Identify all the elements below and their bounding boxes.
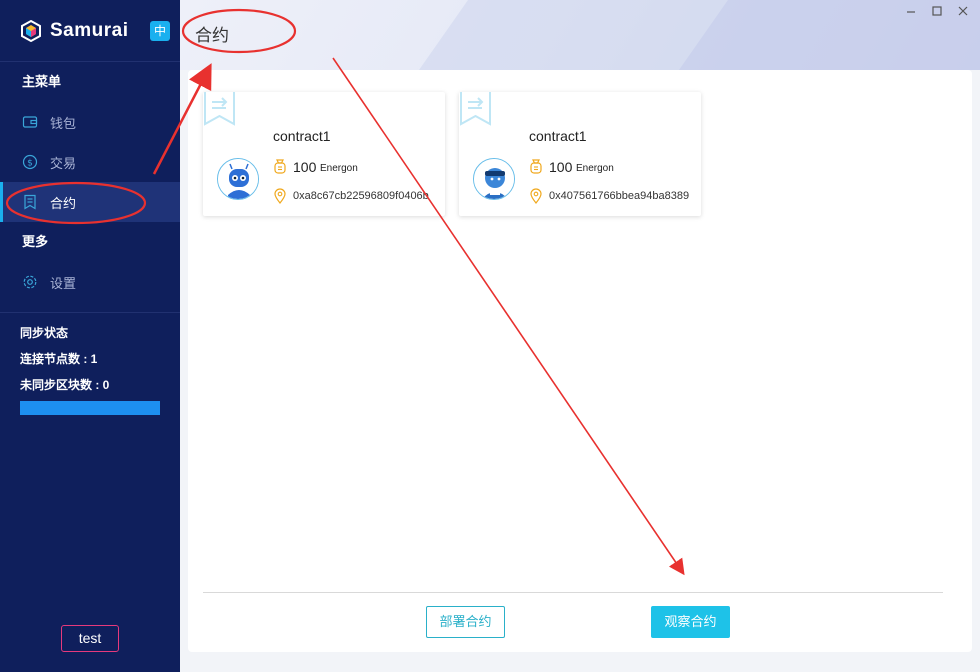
sidebar-item-label: 交易: [50, 155, 77, 171]
contract-card[interactable]: contract1 100 Energon 0x407561766bbea94b…: [459, 92, 701, 216]
contract-address: 0x407561766bbea94ba8389: [549, 190, 690, 202]
balance-unit: Energon: [576, 163, 614, 174]
contract-balance: 100: [293, 159, 317, 175]
samurai-logo-icon: [21, 19, 41, 42]
language-toggle[interactable]: 中: [150, 21, 170, 41]
bookmark-icon: [460, 92, 491, 126]
balance-unit: Energon: [320, 163, 358, 174]
svg-text:$: $: [27, 159, 33, 169]
sidebar-item-wallet[interactable]: 钱包: [0, 102, 180, 142]
money-bag-icon: [274, 159, 286, 174]
contract-balance: 100: [549, 159, 573, 175]
money-bag-icon: [530, 159, 542, 174]
sidebar: Samurai 中 主菜单 钱包 $ 交易 合约 更多 设置 同步状态 连接节点…: [0, 0, 180, 672]
location-pin-icon: [530, 188, 542, 204]
sync-unsynced-blocks: 未同步区块数 : 0: [20, 378, 110, 392]
sync-status: 同步状态 连接节点数 : 1 未同步区块数 : 0: [0, 313, 180, 403]
sidebar-item-label: 设置: [50, 275, 77, 291]
contract-card[interactable]: contract1 100 Energon 0xa8c67cb22596809f…: [203, 92, 445, 216]
bookmark-icon: [204, 92, 235, 126]
maximize-icon[interactable]: [930, 4, 944, 18]
gear-icon: [22, 274, 38, 290]
header: 合约: [180, 0, 980, 70]
account-button[interactable]: test: [61, 625, 119, 652]
sidebar-item-label: 钱包: [50, 115, 77, 131]
sidebar-item-contract[interactable]: 合约: [0, 182, 180, 222]
minimize-icon[interactable]: [904, 4, 918, 18]
transaction-icon: $: [22, 154, 38, 170]
sidebar-item-label: 合约: [50, 195, 77, 211]
avatar: [217, 158, 259, 200]
more-title: 更多: [22, 234, 49, 249]
sidebar-item-transaction[interactable]: $ 交易: [0, 142, 180, 182]
brand-name: Samurai: [50, 19, 129, 41]
close-icon[interactable]: [956, 4, 970, 18]
observe-contract-button[interactable]: 观察合约: [651, 606, 730, 638]
sync-node-count: 连接节点数 : 1: [20, 352, 98, 366]
sync-title: 同步状态: [20, 326, 69, 340]
location-pin-icon: [274, 188, 286, 204]
main-menu-title: 主菜单: [22, 74, 62, 89]
contract-address: 0xa8c67cb22596809f0406b: [293, 190, 429, 202]
divider: [203, 592, 943, 593]
sidebar-item-settings[interactable]: 设置: [0, 262, 180, 302]
deploy-contract-button[interactable]: 部署合约: [426, 606, 505, 638]
contract-icon: [22, 194, 38, 210]
wallet-icon: [22, 114, 38, 130]
contract-name: contract1: [273, 128, 331, 144]
avatar: [473, 158, 515, 200]
page-title: 合约: [195, 26, 229, 45]
sync-progress-bar: [20, 401, 160, 415]
contracts-panel: contract1 100 Energon 0xa8c67cb22596809f…: [188, 70, 972, 652]
contract-name: contract1: [529, 128, 587, 144]
